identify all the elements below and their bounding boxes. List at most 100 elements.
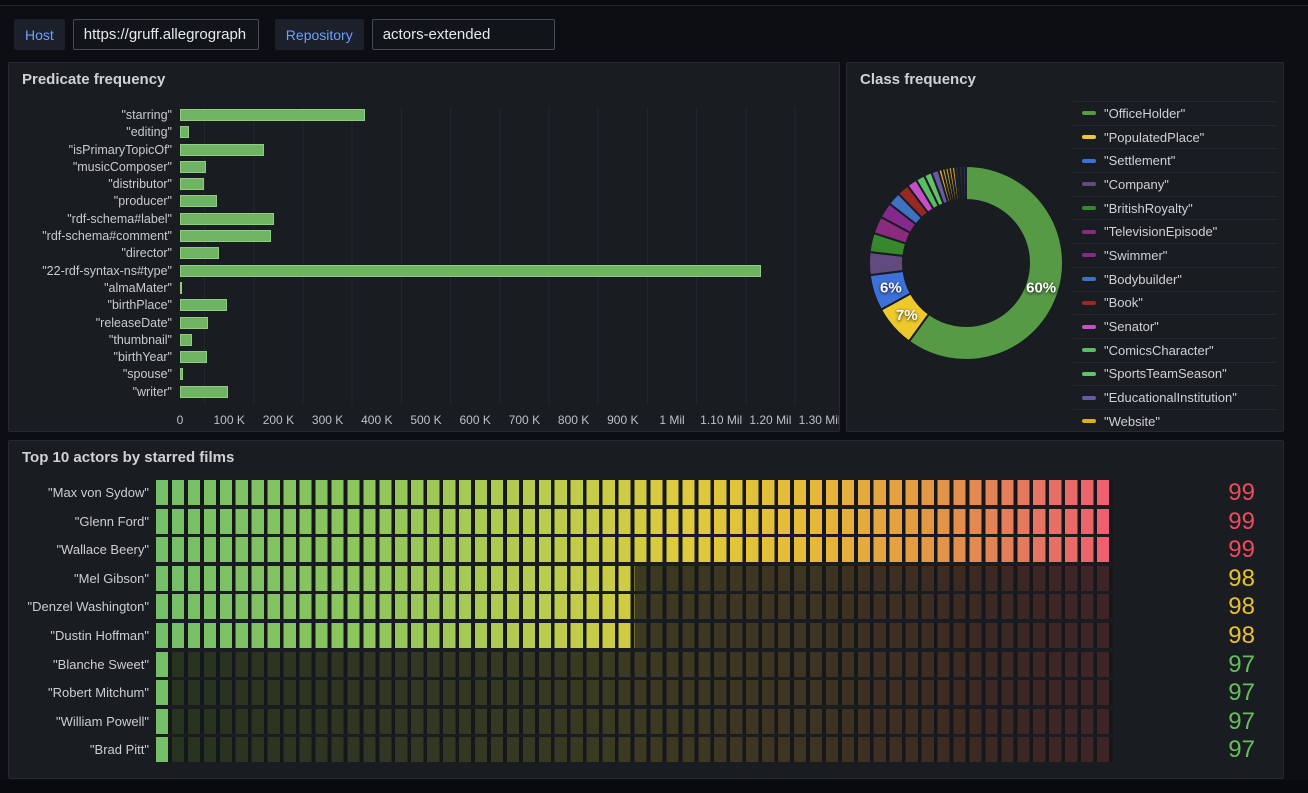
actor-gauge-track: [156, 566, 1113, 591]
actor-name-label: "Denzel Washington": [17, 599, 156, 614]
legend-swatch: [1082, 419, 1096, 423]
actor-name-label: "Mel Gibson": [17, 571, 156, 586]
actor-gauge-row: "Brad Pitt" 97: [17, 737, 1255, 762]
panel-title[interactable]: Class frequency: [847, 63, 1283, 88]
predicate-bar: [180, 230, 271, 242]
legend-label: "ComicsCharacter": [1104, 343, 1214, 358]
panel-class-frequency: Class frequency 60%7%6% "OfficeHolder" "P…: [846, 62, 1284, 432]
predicate-category-label: "producer": [17, 194, 180, 208]
predicate-bar: [180, 351, 207, 363]
legend-item[interactable]: "SportsTeamSeason": [1073, 362, 1277, 386]
actor-gauge-track: [156, 594, 1113, 619]
host-label: Host: [14, 19, 65, 50]
legend-label: "BritishRoyalty": [1104, 201, 1193, 216]
predicate-bar: [180, 334, 192, 346]
predicate-category-label: "birthYear": [17, 350, 180, 364]
x-axis-tick: 800 K: [558, 413, 589, 427]
actor-value: 97: [1113, 737, 1255, 762]
actor-gauge-fill: [156, 623, 635, 648]
legend-swatch: [1082, 301, 1096, 305]
predicate-category-label: "rdf-schema#comment": [17, 229, 180, 243]
legend-item[interactable]: "BritishRoyalty": [1073, 196, 1277, 220]
actor-gauge-row: "Dustin Hoffman"98: [17, 623, 1255, 648]
predicate-bar: [180, 368, 183, 380]
predicate-bar: [180, 144, 264, 156]
actor-gauge-fill: [156, 652, 170, 677]
legend-swatch: [1082, 277, 1096, 281]
actor-gauge-fill: [156, 680, 170, 705]
pie-slice-percent-label: 60%: [1026, 279, 1056, 296]
legend-swatch: [1082, 325, 1096, 329]
legend-item[interactable]: "Website": [1073, 409, 1277, 432]
class-donut-chart: 60%7%6%: [847, 153, 1087, 383]
x-axis-tick: 1.10 Mil: [700, 413, 742, 427]
actor-gauge-fill: [156, 509, 1113, 534]
actor-gauge-track: [156, 480, 1113, 505]
legend-item[interactable]: "Senator": [1073, 314, 1277, 338]
x-axis-tick: 200 K: [263, 413, 294, 427]
actor-gauge-row: "Wallace Beery"99: [17, 537, 1255, 562]
legend-item[interactable]: "ComicsCharacter": [1073, 338, 1277, 362]
actor-value: 97: [1113, 680, 1255, 705]
actor-gauge-track: [156, 652, 1113, 677]
predicate-bar: [180, 126, 189, 138]
legend-swatch: [1082, 230, 1096, 234]
predicate-row: "rdf-schema#comment": [17, 230, 837, 242]
pie-slice[interactable]: [962, 166, 966, 200]
predicate-bar: [180, 109, 365, 121]
actor-name-label: "Glenn Ford": [17, 514, 156, 529]
legend-item[interactable]: "Settlement": [1073, 148, 1277, 172]
legend-item[interactable]: "Bodybuilder": [1073, 267, 1277, 291]
legend-item[interactable]: "Swimmer": [1073, 243, 1277, 267]
predicate-category-label: "writer": [17, 385, 180, 399]
host-field: Host: [14, 19, 259, 50]
legend-item[interactable]: "EducationalInstitution": [1073, 385, 1277, 409]
actor-name-label: "Dustin Hoffman": [17, 628, 156, 643]
actor-gauge-fill: [156, 566, 635, 591]
actor-gauge-fill: [156, 709, 170, 734]
legend-item[interactable]: "TelevisionEpisode": [1073, 219, 1277, 243]
predicate-category-label: "starring": [17, 108, 180, 122]
legend-item[interactable]: "Company": [1073, 172, 1277, 196]
legend-item[interactable]: "OfficeHolder": [1073, 101, 1277, 125]
predicate-row: "writer": [17, 386, 837, 398]
legend-label: "Website": [1104, 414, 1160, 429]
toolbar: Host Repository: [14, 19, 555, 50]
actor-value: 98: [1113, 594, 1255, 619]
predicate-row: "starring": [17, 109, 837, 121]
predicate-row: "almaMater": [17, 282, 837, 294]
actor-name-label: "Brad Pitt": [17, 742, 156, 757]
x-axis-tick: 0: [177, 413, 184, 427]
x-axis-tick: 1.30 Mil: [799, 413, 840, 427]
actor-gauge-track: [156, 509, 1113, 534]
predicate-category-label: "22-rdf-syntax-ns#type": [17, 264, 180, 278]
legend-label: "Settlement": [1104, 153, 1175, 168]
predicate-category-label: "distributor": [17, 177, 180, 191]
predicate-bar: [180, 247, 219, 259]
actor-gauge-track: [156, 623, 1113, 648]
actor-name-label: "William Powell": [17, 714, 156, 729]
legend-label: "SportsTeamSeason": [1104, 366, 1227, 381]
repository-input[interactable]: [372, 19, 555, 50]
panel-predicate-frequency: Predicate frequency "starring""editing""…: [8, 62, 840, 432]
predicate-row: "releaseDate": [17, 317, 837, 329]
legend-label: "TelevisionEpisode": [1104, 224, 1217, 239]
actor-value: 99: [1113, 509, 1255, 534]
legend-item[interactable]: "Book": [1073, 291, 1277, 315]
actor-value: 97: [1113, 652, 1255, 677]
actor-gauge-row: "Mel Gibson"98: [17, 566, 1255, 591]
actor-gauge-track: [156, 537, 1113, 562]
x-axis-tick: 600 K: [460, 413, 491, 427]
legend-item[interactable]: "PopulatedPlace": [1073, 125, 1277, 149]
panel-title[interactable]: Predicate frequency: [9, 63, 839, 88]
legend-label: "PopulatedPlace": [1104, 130, 1204, 145]
host-input[interactable]: [73, 19, 259, 50]
panel-title[interactable]: Top 10 actors by starred films: [9, 441, 1283, 466]
predicate-row: "spouse": [17, 368, 837, 380]
predicate-bar: [180, 317, 208, 329]
actor-value: 99: [1113, 480, 1255, 505]
predicate-row: "birthYear": [17, 351, 837, 363]
predicate-row: "thumbnail": [17, 334, 837, 346]
predicate-category-label: "director": [17, 246, 180, 260]
predicate-bar: [180, 195, 217, 207]
